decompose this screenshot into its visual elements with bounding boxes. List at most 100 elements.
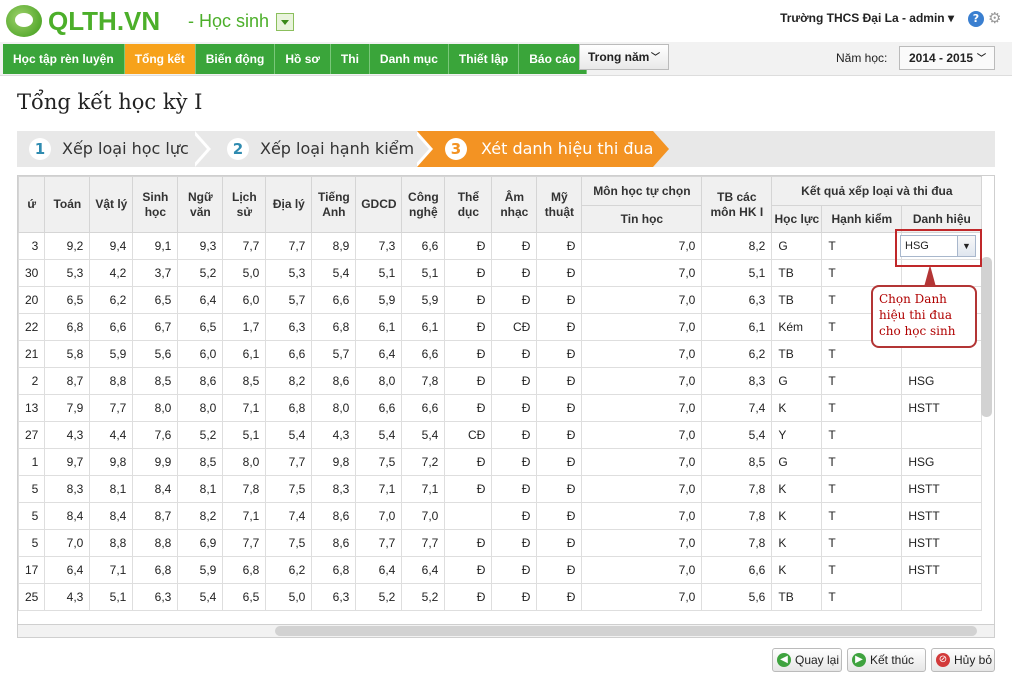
table-cell: Đ	[444, 394, 493, 422]
table-cell: 1,7	[222, 313, 267, 341]
table-cell[interactable]: HSTT	[901, 529, 983, 557]
gear-icon[interactable]: ⚙	[988, 10, 1004, 26]
table-cell: G	[771, 367, 823, 395]
table-cell: 8,6	[311, 529, 357, 557]
step-2[interactable]: 2 Xếp loại hạnh kiểm	[215, 131, 415, 167]
brand-name: QLTH.VN	[48, 6, 161, 36]
main-nav: Học tập rèn luyện Tổng kết Biến động Hồ …	[3, 44, 587, 74]
cancel-button[interactable]: ⊘ Hủy bỏ	[931, 648, 995, 672]
table-cell: T	[821, 421, 903, 449]
table-row[interactable]: 20 6,5 6,2 6,5 6,4 6,0 5,7 6,6 5,9 5,9 Đ Đ Đ 7,0 6,3 TB…	[18, 286, 983, 314]
table-cell: 6,4	[355, 556, 403, 584]
table-row[interactable]: 30 5,3 4,2 3,7 5,2 5,0 5,3 5,4 5,1 5,1 Đ Đ Đ 7,0 5,1 TB…	[18, 259, 983, 287]
table-cell: 5,2	[177, 259, 224, 287]
back-button[interactable]: ◀ Quay lại	[772, 648, 842, 672]
table-cell: Đ	[536, 394, 583, 422]
table-cell: 8,1	[89, 475, 134, 503]
table-cell: 9,8	[311, 448, 357, 476]
step-label: Xếp loại hạnh kiểm	[260, 139, 415, 158]
table-row[interactable]: 5 8,4 8,4 8,7 8,2 7,1 7,4 8,6 7,0 7,0 Đ Đ 7,0 7,8 K T HS…	[18, 502, 983, 530]
table-cell: Đ	[491, 367, 538, 395]
nav-item-hoc-tap[interactable]: Học tập rèn luyện	[3, 44, 125, 74]
table-cell: 7,7	[265, 448, 313, 476]
user-menu[interactable]: Trường THCS Đại La - admin ▾	[780, 11, 954, 25]
step-separator	[191, 131, 207, 167]
finish-button[interactable]: ▶ Kết thúc	[847, 648, 926, 672]
chevron-down-icon[interactable]: ▼	[957, 236, 975, 256]
table-cell[interactable]: HSTT	[901, 556, 983, 584]
table-cell: 7,2	[401, 448, 446, 476]
table-cell: 5,1	[89, 583, 134, 611]
step-separator	[413, 131, 429, 167]
table-cell: Đ	[491, 259, 538, 287]
nav-item-bien-dong[interactable]: Biến động	[195, 44, 276, 74]
table-cell: TB	[771, 286, 823, 314]
table-cell[interactable]: HSTT	[901, 475, 983, 503]
module-dropdown-button[interactable]	[276, 13, 294, 31]
table-cell: 7,7	[265, 232, 313, 260]
table-cell: T	[821, 448, 903, 476]
horizontal-scrollbar[interactable]	[275, 626, 977, 636]
table-row[interactable]: 5 8,3 8,1 8,4 8,1 7,8 7,5 8,3 7,1 7,1 Đ Đ Đ 7,0 7,8 K T H…	[18, 475, 983, 503]
table-cell: Đ	[491, 556, 538, 584]
table-cell: 5,8	[44, 340, 91, 368]
table-cell: 7,9	[44, 394, 91, 422]
step-1[interactable]: 1 Xếp loại học lực	[17, 131, 202, 167]
year-label: Năm học:	[836, 51, 888, 65]
table-row[interactable]: 2 8,7 8,8 8,5 8,6 8,5 8,2 8,6 8,0 7,8 Đ Đ Đ 7,0 8,3 G T H…	[18, 367, 983, 395]
table-cell: 6,1	[401, 313, 446, 341]
table-row[interactable]: 27 4,3 4,4 7,6 5,2 5,1 5,4 4,3 5,4 5,4 CĐ Đ Đ 7,0 5,4 Y…	[18, 421, 983, 449]
table-cell: 6,6	[355, 394, 403, 422]
period-label: Trong năm	[588, 50, 650, 64]
table-row[interactable]: 3 9,2 9,4 9,1 9,3 7,7 7,7 8,9 7,3 6,6 Đ Đ Đ 7,0 8,2 G T	[18, 232, 983, 260]
step-number: 2	[227, 138, 249, 160]
table-cell: Đ	[536, 421, 583, 449]
table-cell[interactable]: HSTT	[901, 394, 983, 422]
table-cell[interactable]	[901, 421, 983, 449]
table-row[interactable]: 13 7,9 7,7 8,0 8,0 7,1 6,8 8,0 6,6 6,6 Đ Đ Đ 7,0 7,4 K T…	[18, 394, 983, 422]
table-cell[interactable]: HSG	[901, 367, 983, 395]
table-cell: 7,0	[581, 313, 703, 341]
table-row[interactable]: 25 4,3 5,1 6,3 5,4 6,5 5,0 6,3 5,2 5,2 Đ Đ Đ 7,0 5,6 TB…	[18, 583, 983, 611]
year-select[interactable]: 2014 - 2015 ﹀	[899, 46, 995, 70]
table-cell: 7,7	[89, 394, 134, 422]
table-cell[interactable]: HSTT	[901, 502, 983, 530]
table-cell[interactable]: HSG	[901, 448, 983, 476]
nav-item-danh-muc[interactable]: Danh mục	[369, 44, 449, 74]
danh-hieu-combo[interactable]: HSG ▼	[900, 235, 976, 257]
table-cell: 7,4	[265, 502, 313, 530]
table-cell: Đ	[536, 448, 583, 476]
period-dropdown[interactable]: Trong năm ﹀	[579, 44, 669, 70]
table-cell: Đ	[444, 475, 493, 503]
nav-item-tong-ket[interactable]: Tổng kết	[124, 44, 196, 74]
step-3[interactable]: 3 Xét danh hiệu thi đua	[417, 131, 667, 167]
table-cell: 9,3	[177, 232, 224, 260]
table-row[interactable]: 21 5,8 5,9 5,6 6,0 6,1 6,6 5,7 6,4 6,6 Đ Đ Đ 7,0 6,2 TB…	[18, 340, 983, 368]
table-cell: Đ	[491, 583, 538, 611]
help-icon[interactable]: ?	[968, 11, 984, 27]
table-cell: 6,6	[311, 286, 357, 314]
nav-item-thiet-lap[interactable]: Thiết lập	[448, 44, 520, 74]
table-cell: 6,5	[177, 313, 224, 341]
vertical-scrollbar[interactable]	[981, 257, 992, 417]
nav-item-ho-so[interactable]: Hồ sơ	[275, 44, 331, 74]
table-cell: 7,1	[401, 475, 446, 503]
table-cell: 4,3	[44, 583, 91, 611]
table-cell: Đ	[444, 259, 493, 287]
table-row[interactable]: 17 6,4 7,1 6,8 5,9 6,8 6,2 6,8 6,4 6,4 Đ Đ Đ 7,0 6,6 K T…	[18, 556, 983, 584]
table-row[interactable]: 22 6,8 6,6 6,7 6,5 1,7 6,3 6,8 6,1 6,1 Đ CĐ Đ 7,0 6,1 K…	[18, 313, 983, 341]
table-row[interactable]: 5 7,0 8,8 8,8 6,9 7,7 7,5 8,6 7,7 7,7 Đ Đ Đ 7,0 7,8 K T H…	[18, 529, 983, 557]
nav-item-thi[interactable]: Thi	[330, 44, 370, 74]
nav-item-bao-cao[interactable]: Báo cáo	[519, 44, 587, 74]
danh-hieu-value: HSG	[905, 240, 929, 252]
table-row[interactable]: 1 9,7 9,8 9,9 8,5 8,0 7,7 9,8 7,5 7,2 Đ Đ Đ 7,0 8,5 G T H…	[18, 448, 983, 476]
col-ket-qua: Kết quả xếp loại và thi đua	[771, 176, 983, 206]
col-hoc-luc: Học lực	[771, 205, 823, 233]
table-cell: 8,4	[132, 475, 179, 503]
table-cell: 7,0	[581, 394, 703, 422]
table-cell[interactable]	[901, 583, 983, 611]
cancel-icon: ⊘	[936, 653, 950, 667]
table-cell: 6,8	[44, 313, 91, 341]
table-cell: T	[821, 529, 903, 557]
table-cell: 9,9	[132, 448, 179, 476]
